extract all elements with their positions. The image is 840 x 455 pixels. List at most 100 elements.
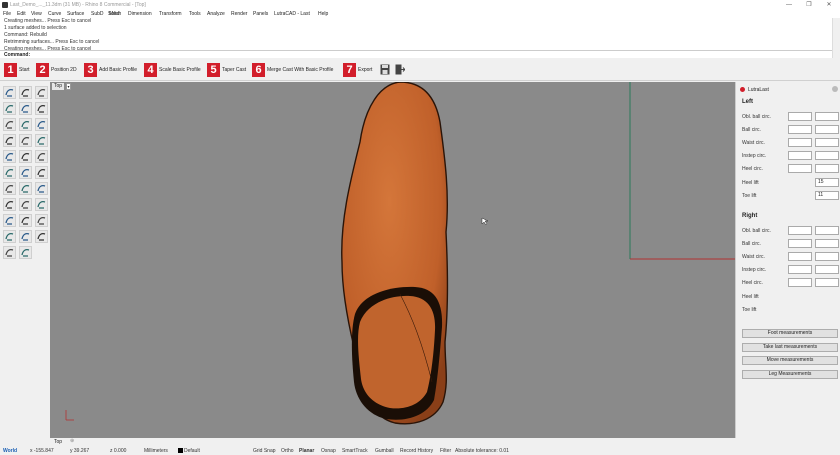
menu-edit[interactable]: Edit (17, 11, 26, 17)
measurement-input[interactable] (788, 278, 812, 287)
measurement-input[interactable] (815, 226, 839, 235)
measurement-input[interactable] (815, 151, 839, 160)
menu-panels[interactable]: Panels (253, 11, 268, 17)
zoom-icon[interactable] (19, 246, 32, 259)
redo-icon[interactable] (35, 214, 48, 227)
command-history-scrollbar[interactable] (832, 18, 840, 58)
ortho-toggle[interactable]: Ortho (281, 448, 294, 454)
leg-measurements-button[interactable]: Leg Measurements (742, 370, 838, 379)
tool-glyph (5, 249, 14, 257)
undo-icon[interactable] (3, 150, 16, 163)
rotate-icon[interactable] (35, 134, 48, 147)
menu-help[interactable]: Help (318, 11, 328, 17)
close-button[interactable]: ✕ (822, 1, 836, 9)
viewport-icon[interactable] (3, 86, 16, 99)
cplane-label[interactable]: World (3, 448, 17, 454)
viewport-tab-top[interactable]: Top (54, 439, 62, 445)
shoe-side-icon[interactable] (3, 102, 16, 115)
measurement-input[interactable] (788, 226, 812, 235)
heel-icon[interactable] (3, 198, 16, 211)
viewport-canvas[interactable] (50, 82, 735, 438)
menu-surface[interactable]: Surface (67, 11, 84, 17)
take-last-measurements-button[interactable]: Take last measurements (742, 343, 838, 352)
shield-icon[interactable] (35, 230, 48, 243)
planar-toggle[interactable]: Planar (299, 448, 314, 454)
boot2-icon[interactable] (19, 230, 32, 243)
maximize-button[interactable]: ❐ (802, 1, 816, 9)
add-viewport-tab-icon[interactable]: ⊕ (70, 438, 74, 444)
measurement-input[interactable] (815, 265, 839, 274)
layer-indicator[interactable]: Default (178, 448, 200, 454)
measurement-input[interactable] (788, 125, 812, 134)
tool-glyph (37, 233, 46, 241)
measurement-input[interactable] (788, 138, 812, 147)
measurement-input[interactable] (815, 239, 839, 248)
frame-icon[interactable] (3, 182, 16, 195)
osnap-toggle[interactable]: Osnap (321, 448, 336, 454)
measurement-input[interactable] (788, 112, 812, 121)
bend-icon[interactable] (19, 198, 32, 211)
left-heel-lift-input[interactable]: 15 (815, 178, 839, 187)
measurement-input[interactable] (815, 112, 839, 121)
filter-toggle[interactable]: Filter (440, 448, 451, 454)
units-label[interactable]: Millimeters (144, 448, 168, 454)
menu-file[interactable]: File (3, 11, 11, 17)
menu-tools[interactable]: Tools (189, 11, 201, 17)
menu-dimension[interactable]: Dimension (128, 11, 152, 17)
x-coordinate: x -155.847 (30, 448, 54, 454)
center-icon[interactable] (19, 214, 32, 227)
measurement-input[interactable] (788, 164, 812, 173)
save-icon[interactable] (380, 64, 390, 75)
smarttrack-toggle[interactable]: SmartTrack (342, 448, 368, 454)
layer-color-swatch (178, 448, 183, 454)
grid-icon[interactable] (3, 246, 16, 259)
gumball-toggle[interactable]: Gumball (375, 448, 394, 454)
measurement-input[interactable] (815, 252, 839, 261)
wave-icon[interactable] (3, 230, 16, 243)
record-history-toggle[interactable]: Record History (400, 448, 433, 454)
image-icon[interactable] (35, 118, 48, 131)
measurement-input[interactable] (815, 278, 839, 287)
menu-subd[interactable]: SubD (91, 11, 104, 17)
curve-a-icon[interactable] (3, 166, 16, 179)
scale-icon[interactable] (35, 182, 48, 195)
align-icon[interactable] (19, 182, 32, 195)
menu-render[interactable]: Render (231, 11, 247, 17)
top-viewport[interactable]: Top ▾ (50, 82, 735, 438)
foot-measurements-button[interactable]: Foot measurements (742, 329, 838, 338)
measurement-input[interactable] (788, 252, 812, 261)
cross-icon[interactable] (35, 150, 48, 163)
curve-icon[interactable] (35, 102, 48, 115)
minimize-button[interactable]: — (782, 1, 796, 9)
tree-icon[interactable] (35, 86, 48, 99)
cycle-icon[interactable] (19, 166, 32, 179)
menu-mesh-label[interactable]: Mesh (109, 11, 121, 17)
arrows-icon[interactable] (35, 166, 48, 179)
boot-icon[interactable] (3, 134, 16, 147)
measurement-input[interactable] (815, 164, 839, 173)
menu-view[interactable]: View (31, 11, 42, 17)
measurement-input[interactable] (788, 239, 812, 248)
menu-transform[interactable]: Transform (159, 11, 182, 17)
menu-analyze[interactable]: Analyze (207, 11, 225, 17)
panel-options-icon[interactable] (832, 86, 838, 92)
cube-icon[interactable] (3, 118, 16, 131)
measurement-input[interactable] (788, 151, 812, 160)
left-toe-lift-input[interactable]: 11 (815, 191, 839, 200)
shoe-top-icon[interactable] (19, 102, 32, 115)
menu-lutracad[interactable]: LutraCAD - Last (274, 11, 310, 17)
foot-icon[interactable] (19, 86, 32, 99)
figure-icon[interactable] (19, 118, 32, 131)
exit-icon[interactable] (395, 64, 405, 75)
menu-curve[interactable]: Curve (48, 11, 61, 17)
target-icon[interactable] (3, 214, 16, 227)
pair-icon[interactable] (19, 134, 32, 147)
measurement-input[interactable] (788, 265, 812, 274)
grid-snap-toggle[interactable]: Grid Snap (253, 448, 276, 454)
mirror-icon[interactable] (19, 150, 32, 163)
profile-icon[interactable] (35, 198, 48, 211)
measurement-input[interactable] (815, 138, 839, 147)
move-measurements-button[interactable]: Move measurements (742, 356, 838, 365)
command-prompt[interactable]: Command: (0, 50, 832, 58)
measurement-input[interactable] (815, 125, 839, 134)
